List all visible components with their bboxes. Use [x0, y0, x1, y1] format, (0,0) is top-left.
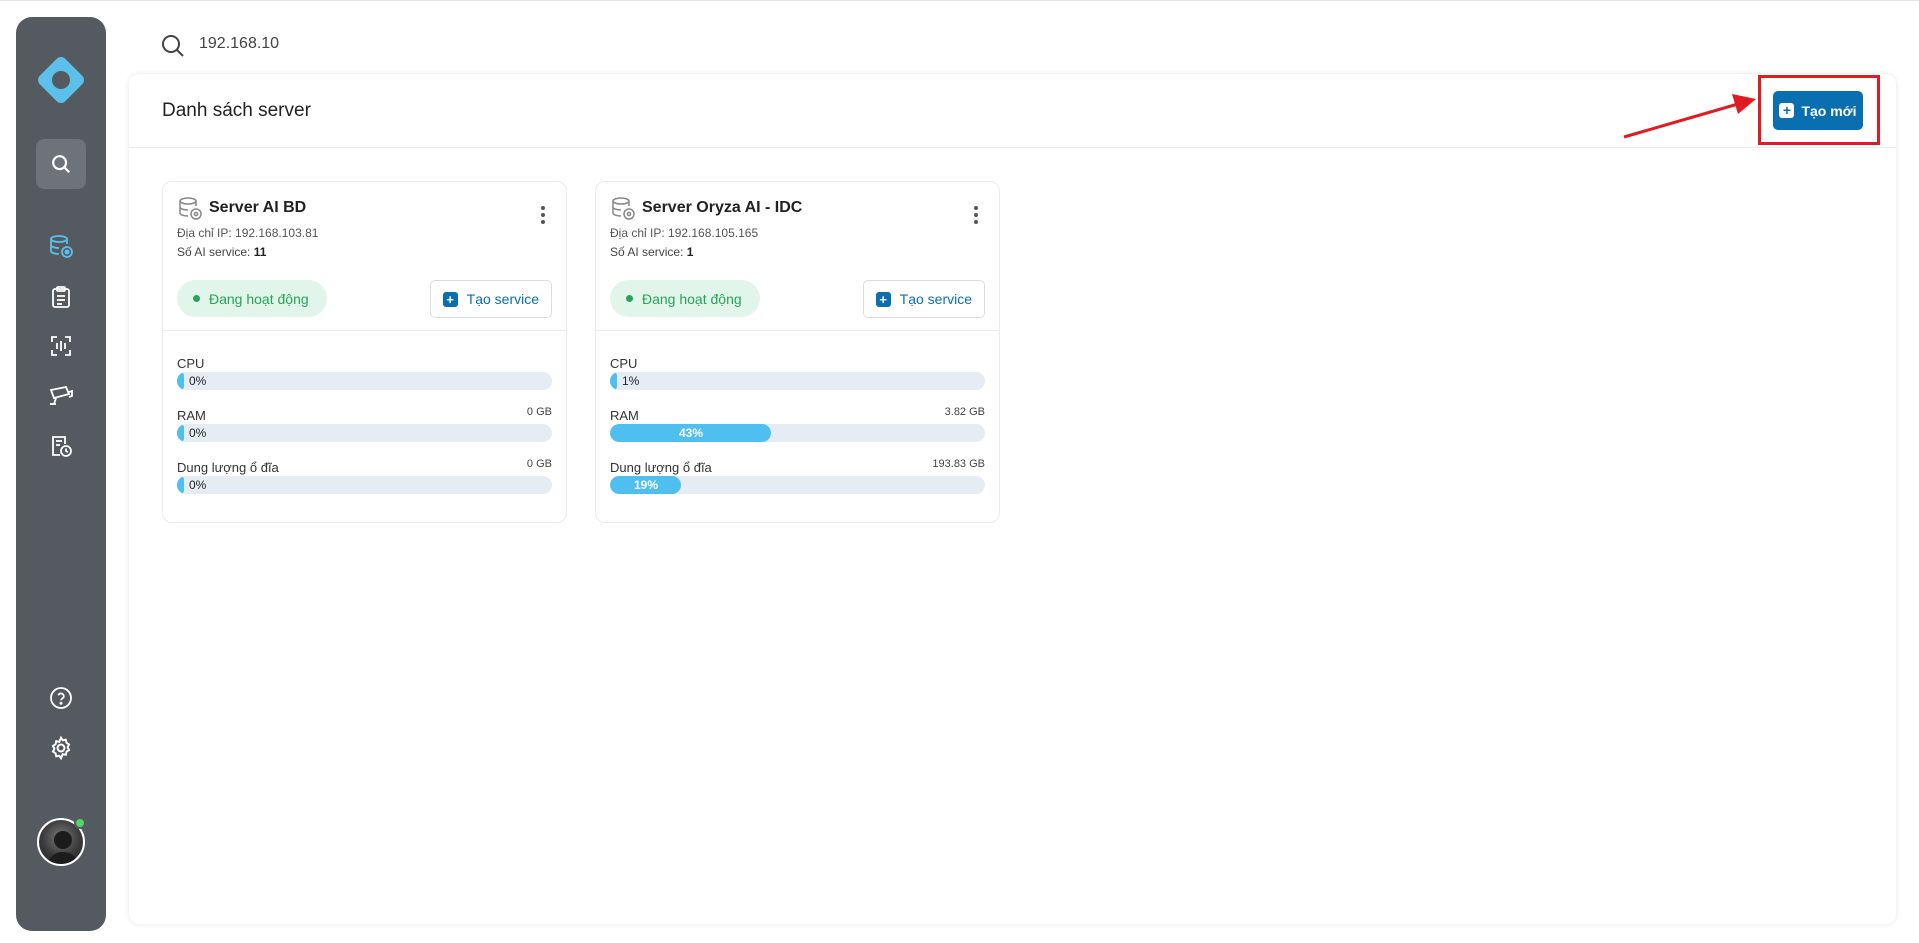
annotation-arrow-icon [1623, 94, 1756, 139]
server-name: Server Oryza AI - IDC [642, 199, 803, 216]
server-icon [50, 235, 73, 258]
status-badge: Đang hoạt động [177, 280, 327, 317]
sidebar-item-schedule[interactable] [36, 421, 86, 471]
server-ip: Địa chỉ IP: 192.168.105.165 [610, 226, 759, 240]
progress-bar: 19% [610, 476, 985, 494]
progress-bar: 0% [177, 424, 552, 442]
server-list-panel: Danh sách server + Tạo mới Server AI BD … [129, 74, 1896, 924]
server-service-count: Số AI service: 1 [610, 245, 694, 259]
search-icon [52, 155, 71, 174]
create-service-button[interactable]: + Tạo service [862, 280, 985, 318]
camera-icon [49, 385, 73, 405]
create-service-button[interactable]: + Tạo service [429, 280, 552, 318]
help-icon [50, 687, 72, 709]
status-dot-icon [193, 295, 200, 302]
scan-face-icon [51, 336, 71, 356]
top-divider [0, 0, 1919, 1]
sidebar-item-settings[interactable] [36, 723, 86, 773]
annotation-highlight-box [1758, 75, 1880, 145]
server-card: Server Oryza AI - IDC Địa chỉ IP: 192.16… [595, 181, 1000, 523]
server-icon [179, 197, 202, 220]
more-options-icon[interactable] [540, 206, 546, 224]
server-service-count: Số AI service: 11 [177, 245, 267, 259]
sidebar-item-search[interactable] [36, 139, 86, 189]
search-input[interactable] [199, 30, 599, 58]
clipboard-list-icon [52, 286, 70, 308]
sidebar-item-recognition[interactable] [36, 321, 86, 371]
server-card: Server AI BD Địa chỉ IP: 192.168.103.81 … [162, 181, 567, 523]
sidebar-item-help[interactable] [36, 673, 86, 723]
online-status-dot [74, 817, 86, 829]
card-divider [596, 330, 999, 331]
card-divider [163, 330, 566, 331]
more-options-icon[interactable] [973, 206, 979, 224]
progress-bar: 43% [610, 424, 985, 442]
server-icon [612, 197, 635, 220]
status-dot-icon [626, 295, 633, 302]
search-icon [162, 35, 184, 57]
server-name: Server AI BD [209, 199, 307, 216]
sidebar-item-servers[interactable] [36, 222, 86, 272]
progress-bar: 1% [610, 372, 985, 390]
page-title: Danh sách server [162, 100, 311, 121]
sidebar-item-reports[interactable] [36, 272, 86, 322]
settings-icon [51, 735, 71, 761]
sidebar-item-cameras[interactable] [36, 371, 86, 421]
progress-bar: 0% [177, 476, 552, 494]
server-ip: Địa chỉ IP: 192.168.103.81 [177, 226, 319, 240]
report-clock-icon [52, 436, 72, 457]
app-logo[interactable] [34, 53, 88, 107]
plus-icon: + [442, 291, 458, 307]
progress-bar: 0% [177, 372, 552, 390]
sidebar [16, 17, 106, 931]
plus-icon: + [875, 291, 891, 307]
status-badge: Đang hoạt động [610, 280, 760, 317]
